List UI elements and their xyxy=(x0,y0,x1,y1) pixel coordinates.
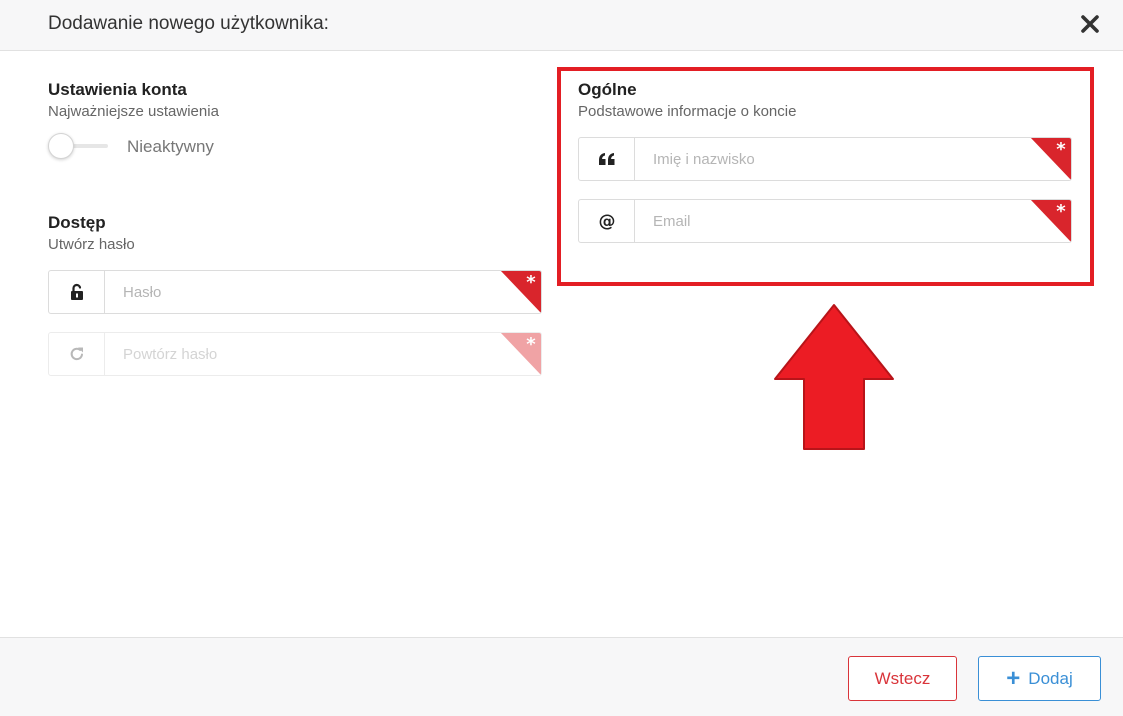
access-subtitle: Utwórz hasło xyxy=(48,236,135,253)
active-toggle[interactable] xyxy=(48,133,110,159)
toggle-label: Nieaktywny xyxy=(127,137,214,156)
required-marker-password: * xyxy=(500,271,541,313)
svg-text:*: * xyxy=(526,334,536,355)
account-settings-subtitle: Najważniejsze ustawienia xyxy=(48,103,219,120)
repeat-password-addon xyxy=(49,333,105,375)
repeat-password-input[interactable] xyxy=(106,333,496,375)
back-button-label: Wstecz xyxy=(874,668,931,688)
password-field: * xyxy=(48,270,542,314)
repeat-password-field: * xyxy=(48,332,542,376)
annotation-arrow-up xyxy=(774,304,894,450)
dialog-title: Dodawanie nowego użytkownika: xyxy=(48,13,329,34)
account-settings-title: Ustawienia konta xyxy=(48,80,187,99)
close-icon[interactable] xyxy=(1078,12,1102,36)
toggle-knob xyxy=(48,133,74,159)
back-button[interactable]: Wstecz xyxy=(848,656,957,701)
highlight-box xyxy=(557,67,1094,286)
svg-text:*: * xyxy=(526,272,536,293)
add-button-label: Dodaj xyxy=(1028,668,1073,688)
unlock-icon xyxy=(70,283,83,300)
plus-icon: + xyxy=(1006,664,1021,692)
dialog-header: Dodawanie nowego użytkownika: xyxy=(0,0,1123,51)
password-addon xyxy=(49,271,105,313)
password-input[interactable] xyxy=(106,271,496,313)
refresh-icon xyxy=(70,347,83,361)
add-button[interactable]: + Dodaj xyxy=(978,656,1101,701)
access-title: Dostęp xyxy=(48,213,106,232)
required-marker-repeat-password: * xyxy=(500,333,541,375)
